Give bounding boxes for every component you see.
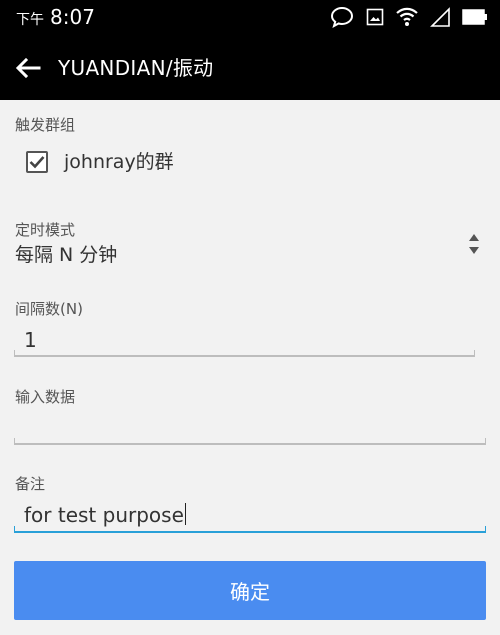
remark-input-value[interactable]: for test purpose bbox=[24, 503, 184, 527]
input-data-label: 输入数据 bbox=[15, 388, 76, 406]
chat-bubble-icon bbox=[330, 6, 354, 28]
confirm-button[interactable]: 确定 bbox=[14, 561, 486, 620]
arrow-left-icon[interactable] bbox=[12, 52, 44, 84]
trigger-group-label: 触发群组 bbox=[15, 116, 76, 134]
app-bar: YUANDIAN/振动 bbox=[0, 36, 500, 100]
text-cursor bbox=[184, 503, 187, 525]
status-time: 8:07 bbox=[50, 5, 95, 29]
status-bar: 下午 8:07 bbox=[0, 0, 500, 36]
schedule-mode-dropdown[interactable]: 定时模式 每隔 N 分钟 bbox=[0, 220, 500, 272]
input-data-underline bbox=[14, 443, 486, 445]
status-icons bbox=[330, 5, 488, 29]
trigger-group-checkbox-label[interactable]: johnray的群 bbox=[64, 150, 174, 174]
status-ampm: 下午 bbox=[16, 12, 44, 28]
battery-icon bbox=[462, 9, 488, 25]
interval-input-value[interactable]: 1 bbox=[24, 327, 37, 353]
interval-input[interactable]: 1 bbox=[14, 324, 486, 358]
interval-input-underline bbox=[14, 355, 475, 357]
remark-input-underline bbox=[14, 531, 486, 533]
status-clock: 下午 8:07 bbox=[16, 5, 95, 32]
wifi-icon bbox=[396, 7, 418, 27]
page-title: YUANDIAN/振动 bbox=[58, 56, 214, 80]
schedule-mode-value[interactable]: 每隔 N 分钟 bbox=[15, 242, 117, 268]
image-icon bbox=[366, 8, 384, 26]
interval-label: 间隔数(N) bbox=[15, 300, 83, 318]
schedule-mode-label: 定时模式 bbox=[15, 221, 76, 239]
remark-label: 备注 bbox=[15, 475, 46, 493]
spinner-arrows-icon[interactable] bbox=[468, 232, 480, 260]
input-data-field[interactable] bbox=[14, 412, 486, 446]
cellular-signal-icon bbox=[430, 7, 450, 27]
trigger-group-checkbox[interactable]: johnray的群 bbox=[26, 150, 174, 174]
form: 触发群组 johnray的群 定时模式 每隔 N 分钟 间隔数(N) 1 输入数… bbox=[0, 100, 500, 635]
checkbox-checked-icon[interactable] bbox=[26, 151, 48, 173]
remark-input[interactable]: for test purpose bbox=[14, 498, 486, 534]
